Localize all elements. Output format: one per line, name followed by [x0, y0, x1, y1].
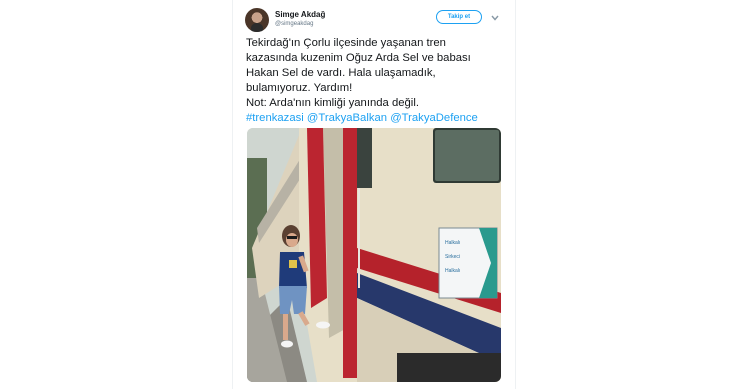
route-sign-line: Sirkeci [445, 254, 460, 260]
tweet-header: Simge Akdağ @simgeakdag Takip et [245, 8, 507, 32]
tweet-text-line: bulamıyoruz. Yardım! [246, 82, 353, 94]
page-background: Simge Akdağ @simgeakdag Takip et Tekirda… [0, 0, 740, 389]
avatar[interactable] [245, 8, 269, 32]
tweet-hashtags: #trenkazasi @TrakyaBalkan @TrakyaDefence [246, 111, 508, 126]
author-block: Simge Akdağ @simgeakdag [275, 10, 325, 29]
tweet-text-line: Not: Arda'nın kimliği yanında değil. [246, 97, 419, 109]
tweet-text-line: kazasında kuzenim Oğuz Arda Sel ve babas… [246, 52, 471, 64]
tweet-card: Simge Akdağ @simgeakdag Takip et Tekirda… [232, 0, 516, 389]
train-photo: Halkalı Sirkeci Halkalı [247, 128, 501, 382]
tweet-text: Tekirdağ'ın Çorlu ilçesinde yaşanan tren… [246, 36, 508, 126]
chevron-down-icon[interactable] [490, 14, 500, 22]
route-sign-line: Halkalı [445, 240, 460, 246]
hashtag-link[interactable]: #trenkazasi [246, 112, 304, 124]
mention-link[interactable]: @TrakyaDefence [390, 112, 478, 124]
route-sign-line: Halkalı [445, 268, 460, 274]
tweet-photo[interactable]: Halkalı Sirkeci Halkalı [247, 128, 501, 382]
follow-button[interactable]: Takip et [436, 10, 482, 24]
mention-link[interactable]: @TrakyaBalkan [307, 112, 387, 124]
author-display-name[interactable]: Simge Akdağ [275, 10, 325, 20]
tweet-text-line: Tekirdağ'ın Çorlu ilçesinde yaşanan tren [246, 37, 446, 49]
tweet-text-line: Hakan Sel de vardı. Hala ulaşamadık, [246, 67, 436, 79]
author-handle[interactable]: @simgeakdag [275, 20, 325, 29]
